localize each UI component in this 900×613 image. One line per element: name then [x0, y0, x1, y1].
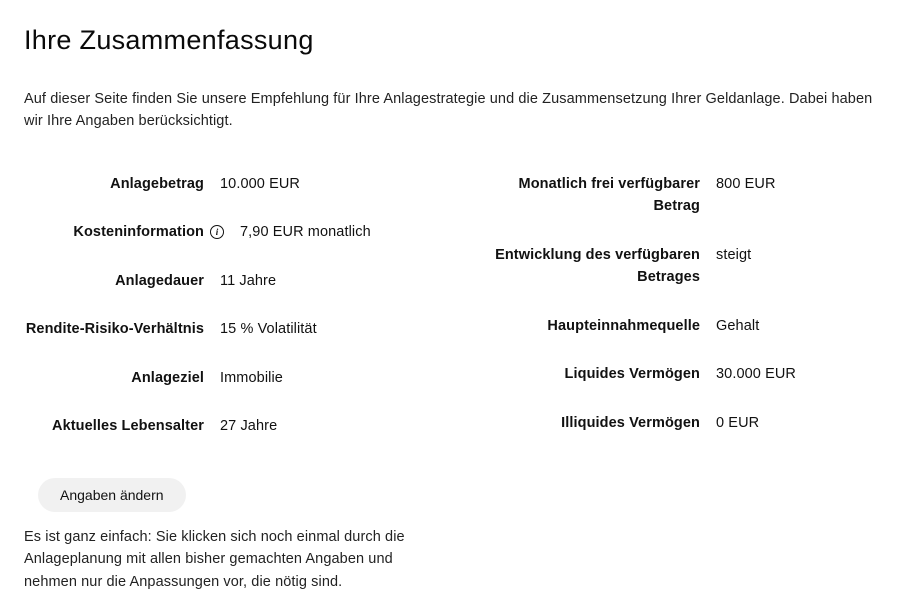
label-entwicklung: Entwicklung des verfügba­ren Betrages [470, 244, 700, 289]
row-anlagedauer: Anlagedauer 11 Jahre [24, 270, 430, 292]
value-rendite-risiko: 15 % Volatilität [220, 318, 430, 340]
row-haupteinnahme: Haupteinnahmequelle Gehalt [470, 315, 876, 337]
row-entwicklung: Entwicklung des verfügba­ren Betrages st… [470, 244, 876, 289]
left-column: Anlagebetrag 10.000 EUR Kosteninformatio… [24, 173, 430, 438]
row-lebensalter: Aktuelles Lebensalter 27 Jahre [24, 415, 430, 437]
label-monatlich-frei: Monatlich frei verfügbarer Betrag [470, 173, 700, 218]
value-kosteninformation: 7,90 EUR monatlich [240, 221, 430, 243]
value-lebensalter: 27 Jahre [220, 415, 430, 437]
right-column: Monatlich frei verfügbarer Betrag 800 EU… [470, 173, 876, 438]
label-haupteinnahme: Haupteinnahmequelle [470, 315, 700, 337]
label-kosteninformation: Kosteninformation [73, 221, 204, 243]
info-icon[interactable]: i [210, 225, 224, 239]
row-anlagebetrag: Anlagebetrag 10.000 EUR [24, 173, 430, 195]
value-monatlich-frei: 800 EUR [716, 173, 876, 195]
value-haupteinnahme: Gehalt [716, 315, 876, 337]
row-anlageziel: Anlageziel Immobilie [24, 367, 430, 389]
label-anlagedauer: Anlagedauer [24, 270, 204, 292]
label-rendite-risiko: Rendite-Risiko-Verhältnis [24, 318, 204, 340]
row-rendite-risiko: Rendite-Risiko-Verhältnis 15 % Volatilit… [24, 318, 430, 340]
intro-text: Auf dieser Seite finden Sie unsere Empfe… [24, 88, 876, 133]
footer: Angaben ändern Es ist ganz einfach: Sie … [24, 478, 444, 593]
edit-hint: Es ist ganz einfach: Sie klicken sich no… [24, 526, 444, 593]
label-illiquides: Illiquides Vermögen [470, 412, 700, 434]
value-anlageziel: Immobilie [220, 367, 430, 389]
summary-columns: Anlagebetrag 10.000 EUR Kosteninformatio… [24, 173, 876, 438]
row-kosteninformation: Kosteninformation i 7,90 EUR monatlich [24, 221, 430, 243]
label-lebensalter: Aktuelles Lebensalter [24, 415, 204, 437]
row-illiquides: Illiquides Vermögen 0 EUR [470, 412, 876, 434]
row-monatlich-frei: Monatlich frei verfügbarer Betrag 800 EU… [470, 173, 876, 218]
value-anlagedauer: 11 Jahre [220, 270, 430, 292]
value-entwicklung: steigt [716, 244, 876, 266]
edit-button[interactable]: Angaben ändern [38, 478, 186, 512]
value-liquides: 30.000 EUR [716, 363, 876, 385]
row-liquides: Liquides Vermögen 30.000 EUR [470, 363, 876, 385]
value-anlagebetrag: 10.000 EUR [220, 173, 430, 195]
page-title: Ihre Zusammenfassung [24, 20, 876, 62]
value-illiquides: 0 EUR [716, 412, 876, 434]
label-anlageziel: Anlageziel [24, 367, 204, 389]
label-liquides: Liquides Vermögen [470, 363, 700, 385]
label-anlagebetrag: Anlagebetrag [24, 173, 204, 195]
